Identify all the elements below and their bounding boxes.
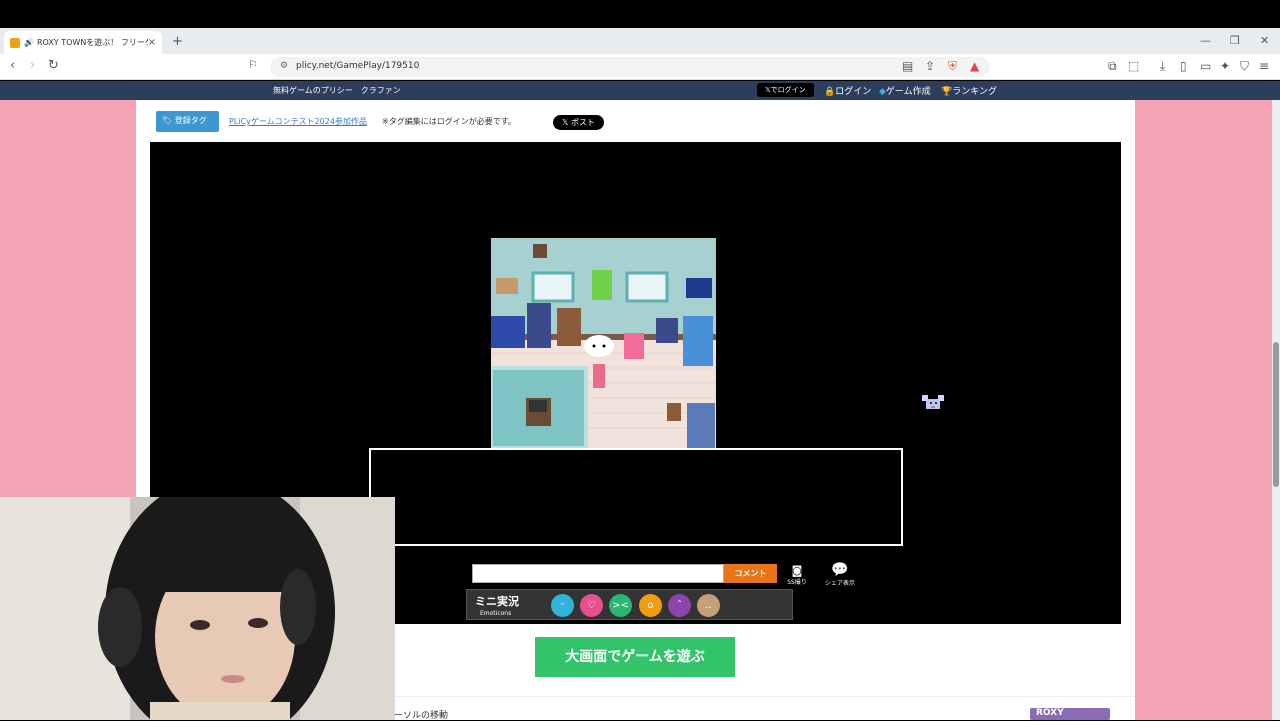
minimize-icon[interactable]: —	[1200, 34, 1211, 47]
close-window-icon[interactable]: ✕	[1260, 34, 1269, 47]
extensions-icon[interactable]: ⧉	[1108, 59, 1117, 74]
brave-shield-icon[interactable]: ⛨	[948, 59, 957, 74]
login-link[interactable]: 🔒ログイン	[824, 84, 871, 97]
speech-bubble-icon: 💬	[831, 562, 849, 578]
comment-input[interactable]	[472, 564, 724, 583]
wallet-icon[interactable]: ▭	[1200, 59, 1211, 73]
reader-icon[interactable]: ▤	[902, 59, 913, 73]
screenshot-icon[interactable]: ⬚	[1128, 59, 1139, 73]
speaker-icon[interactable]: 🔊	[24, 38, 34, 47]
site-info-icon[interactable]: ⚙	[280, 61, 288, 71]
forward-icon[interactable]: ›	[30, 58, 35, 73]
url-text: plicy.net/GamePlay/179510	[296, 61, 420, 71]
play-fullscreen-button[interactable]: 大画面でゲームを遊ぶ	[535, 637, 735, 677]
emoticons-bar: ミニ実況 Emoticons ᵕ ♡ >< o ˆ ‥	[466, 589, 793, 620]
reload-icon[interactable]: ↻	[48, 58, 59, 73]
screenshot-label: SS撮り	[787, 579, 807, 586]
tag-button[interactable]: 🏷 登録タグ	[156, 111, 219, 132]
webcam-overlay	[0, 497, 395, 720]
scrollbar-thumb[interactable]	[1273, 342, 1279, 487]
new-tab-button[interactable]: +	[172, 34, 183, 49]
rewards-icon[interactable]: ▲	[970, 59, 979, 73]
tag-note: ※タグ編集にはログインが必要です。	[382, 117, 516, 126]
ranking-link[interactable]: 🏆ランキング	[941, 84, 997, 97]
share-display-button[interactable]: 💬 シェア表示	[822, 562, 858, 587]
game-room-scene	[491, 238, 716, 448]
leo-icon[interactable]: ✦	[1220, 59, 1230, 73]
roxy-logo[interactable]: ROXY	[1030, 708, 1110, 720]
heart-emo-icon[interactable]: ♡	[580, 594, 603, 617]
sad-emo-icon[interactable]: ˆ	[668, 594, 691, 617]
x-post-button[interactable]: 𝕏 ポスト	[553, 115, 604, 130]
site-header: 無料ゲームのプリシー クラファン 𝕏でログイン 🔒ログイン ◆ゲーム作成 🏆ラン…	[0, 81, 1280, 100]
contest-tag-link[interactable]: PLiCyゲームコンテスト2024参加作品	[229, 116, 367, 127]
os-top-bar	[0, 0, 1280, 28]
chat-icon: ◆	[879, 87, 886, 97]
login-label: ログイン	[835, 87, 872, 97]
page-scrollbar[interactable]	[1272, 100, 1280, 720]
trophy-icon: 🏆	[941, 87, 953, 97]
url-field[interactable]: ⚙ plicy.net/GamePlay/179510	[270, 57, 990, 77]
menu-icon[interactable]: ≡	[1259, 59, 1269, 73]
site-title[interactable]: 無料ゲームのプリシー クラファン	[273, 85, 401, 96]
vpn-icon[interactable]: ⛉	[1240, 59, 1249, 74]
share-icon[interactable]: ⇪	[925, 59, 935, 73]
sidebar-icon[interactable]: ▯	[1180, 59, 1187, 73]
tag-button-label: 登録タグ	[174, 116, 207, 125]
bookmark-icon[interactable]: ⚐	[248, 58, 258, 71]
browser-tab[interactable]: 🔊 ROXY TOWNを遊ぶ！ フリーゲ ×	[4, 31, 162, 54]
comment-button[interactable]: コメント	[724, 564, 777, 583]
browser-tab-strip: 🔊 ROXY TOWNを遊ぶ！ フリーゲ × + — ❐ ✕	[0, 28, 1280, 54]
tab-title: ROXY TOWNを遊ぶ！ フリーゲ	[36, 38, 148, 47]
controls-text: ーソルの移動	[394, 711, 449, 721]
address-bar-row: ‹ › ↻ ⚐ ⚙ plicy.net/GamePlay/179510 ▤ ⇪ …	[0, 54, 1280, 80]
restore-icon[interactable]: ❐	[1230, 34, 1240, 47]
emoticons-subtitle: Emoticons	[480, 610, 512, 617]
surprise-emo-icon[interactable]: o	[639, 594, 662, 617]
create-game-label: ゲーム作成	[885, 87, 931, 97]
favicon-icon	[10, 37, 20, 48]
create-game-link[interactable]: ◆ゲーム作成	[879, 84, 931, 97]
download-icon[interactable]: ⤓	[1160, 59, 1165, 74]
ranking-label: ランキング	[952, 87, 997, 97]
room-pixel-art	[491, 238, 716, 448]
smile-emo-icon[interactable]: ᵕ	[551, 594, 574, 617]
sprite-character-icon	[922, 395, 944, 409]
game-message-box	[369, 448, 903, 546]
tab-close-icon[interactable]: ×	[148, 37, 156, 48]
share-display-label: シェア表示	[824, 580, 855, 587]
back-icon[interactable]: ‹	[10, 58, 15, 73]
screenshot-button[interactable]: ◙ SS撮り	[785, 564, 809, 586]
laugh-emo-icon[interactable]: ><	[609, 594, 632, 617]
emoticons-title: ミニ実況	[475, 595, 519, 608]
webcam-feed-image	[0, 497, 395, 720]
camera-icon: ◙	[791, 564, 803, 577]
neutral-emo-icon[interactable]: ‥	[697, 594, 720, 617]
x-login-button[interactable]: 𝕏でログイン	[757, 83, 814, 97]
